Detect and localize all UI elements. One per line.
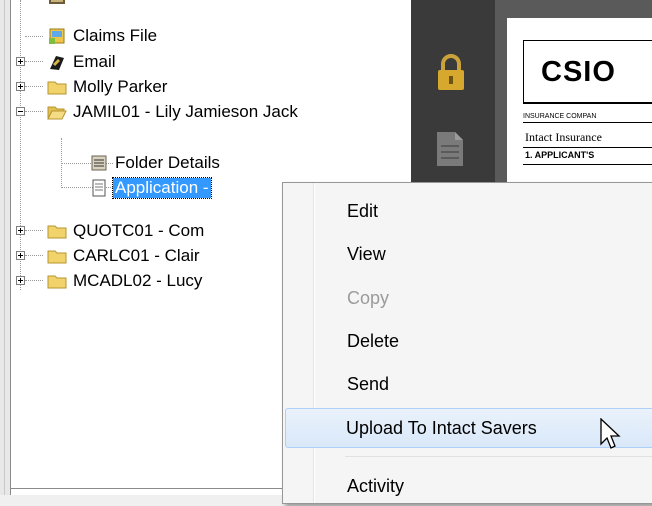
menu-item-send[interactable]: Send — [285, 364, 652, 404]
menu-item-upload-to-intact-savers[interactable]: Upload To Intact Savers — [285, 408, 652, 448]
context-menu: Edit View Copy Delete Send Upload To Int… — [282, 182, 652, 504]
expand-toggle-carlc01[interactable] — [16, 251, 25, 260]
tree-item-label: Molly Parker — [73, 77, 168, 96]
tree-connector — [25, 86, 43, 88]
expand-toggle-email[interactable] — [16, 57, 25, 66]
menu-item-edit[interactable]: Edit — [285, 191, 652, 231]
tree-connector — [25, 280, 43, 282]
menu-separator — [345, 456, 652, 457]
divider — [523, 147, 652, 148]
tree-item-label: QUOTC01 - Com — [73, 221, 205, 240]
cursor-arrow-icon — [600, 417, 622, 452]
menu-item-copy: Copy — [285, 278, 652, 318]
divider — [523, 164, 652, 165]
tree-item-molly-parker[interactable]: Molly Parker — [47, 75, 169, 99]
menu-item-label: Activity — [347, 475, 405, 496]
tree-connector — [25, 230, 43, 232]
menu-item-label: Edit — [347, 200, 379, 221]
tree-item-label: Email — [73, 52, 116, 71]
tree-item-label: CARLC01 - Clair — [73, 246, 200, 265]
insurer-name: Intact Insurance — [525, 130, 602, 144]
tree-item-label: Claims File — [73, 26, 158, 45]
tree-item-label: Application - — [112, 177, 212, 199]
tree-connector — [25, 111, 43, 113]
tree-connector — [25, 36, 43, 38]
menu-item-label: Delete — [347, 330, 400, 351]
tree-item-carlc01[interactable]: CARLC01 - Clair — [47, 244, 202, 268]
tree-item-quotc01[interactable]: QUOTC01 - Com — [47, 219, 206, 243]
document-icon[interactable] — [435, 130, 465, 168]
expand-toggle-molly-parker[interactable] — [16, 82, 25, 91]
tree-connector — [20, 0, 22, 290]
cut-off-tree-item-icon — [47, 0, 67, 8]
tree-item-label: Folder Details — [115, 153, 220, 172]
folder-icon — [47, 246, 67, 266]
menu-item-delete[interactable]: Delete — [285, 321, 652, 361]
csio-logo-text: CSIO — [541, 56, 616, 88]
collapse-toggle-jamil01[interactable] — [16, 107, 25, 116]
tree-item-folder-details[interactable]: Folder Details — [89, 151, 222, 175]
menu-item-label: View — [347, 243, 386, 264]
folder-icon — [47, 221, 67, 241]
tree-item-application[interactable]: Application - — [89, 176, 212, 200]
lock-icon[interactable] — [433, 52, 469, 92]
application-icon — [89, 178, 109, 198]
folder-details-icon — [89, 153, 109, 173]
tree-item-label: MCADL02 - Lucy — [73, 271, 203, 290]
email-icon — [47, 52, 67, 72]
folder-icon — [47, 271, 67, 291]
expand-toggle-quotc01[interactable] — [16, 226, 25, 235]
expand-toggle-mcadl02[interactable] — [16, 276, 25, 285]
tree-item-mcadl02[interactable]: MCADL02 - Lucy — [47, 269, 204, 293]
folder-icon — [47, 77, 67, 97]
insurance-company-label: INSURANCE COMPAN — [523, 113, 597, 120]
open-folder-icon — [47, 102, 67, 122]
tree-item-email[interactable]: Email — [47, 50, 118, 74]
tree-item-label: JAMIL01 - Lily Jamieson Jack — [73, 102, 298, 121]
menu-item-label: Upload To Intact Savers — [346, 417, 537, 438]
divider — [523, 102, 652, 103]
tree-connector — [25, 61, 43, 63]
claims-file-icon — [47, 26, 67, 46]
tree-item-claims-file[interactable]: Claims File — [47, 24, 159, 48]
divider — [523, 122, 652, 123]
menu-item-activity[interactable]: Activity — [285, 466, 652, 506]
menu-item-label: Send — [347, 373, 390, 394]
tree-item-jamil01[interactable]: JAMIL01 - Lily Jamieson Jack — [47, 100, 300, 124]
applicant-section-label: 1. APPLICANT'S — [525, 150, 595, 160]
menu-item-label: Copy — [347, 287, 390, 308]
tree-connector — [25, 255, 43, 257]
menu-item-view[interactable]: View — [285, 234, 652, 274]
